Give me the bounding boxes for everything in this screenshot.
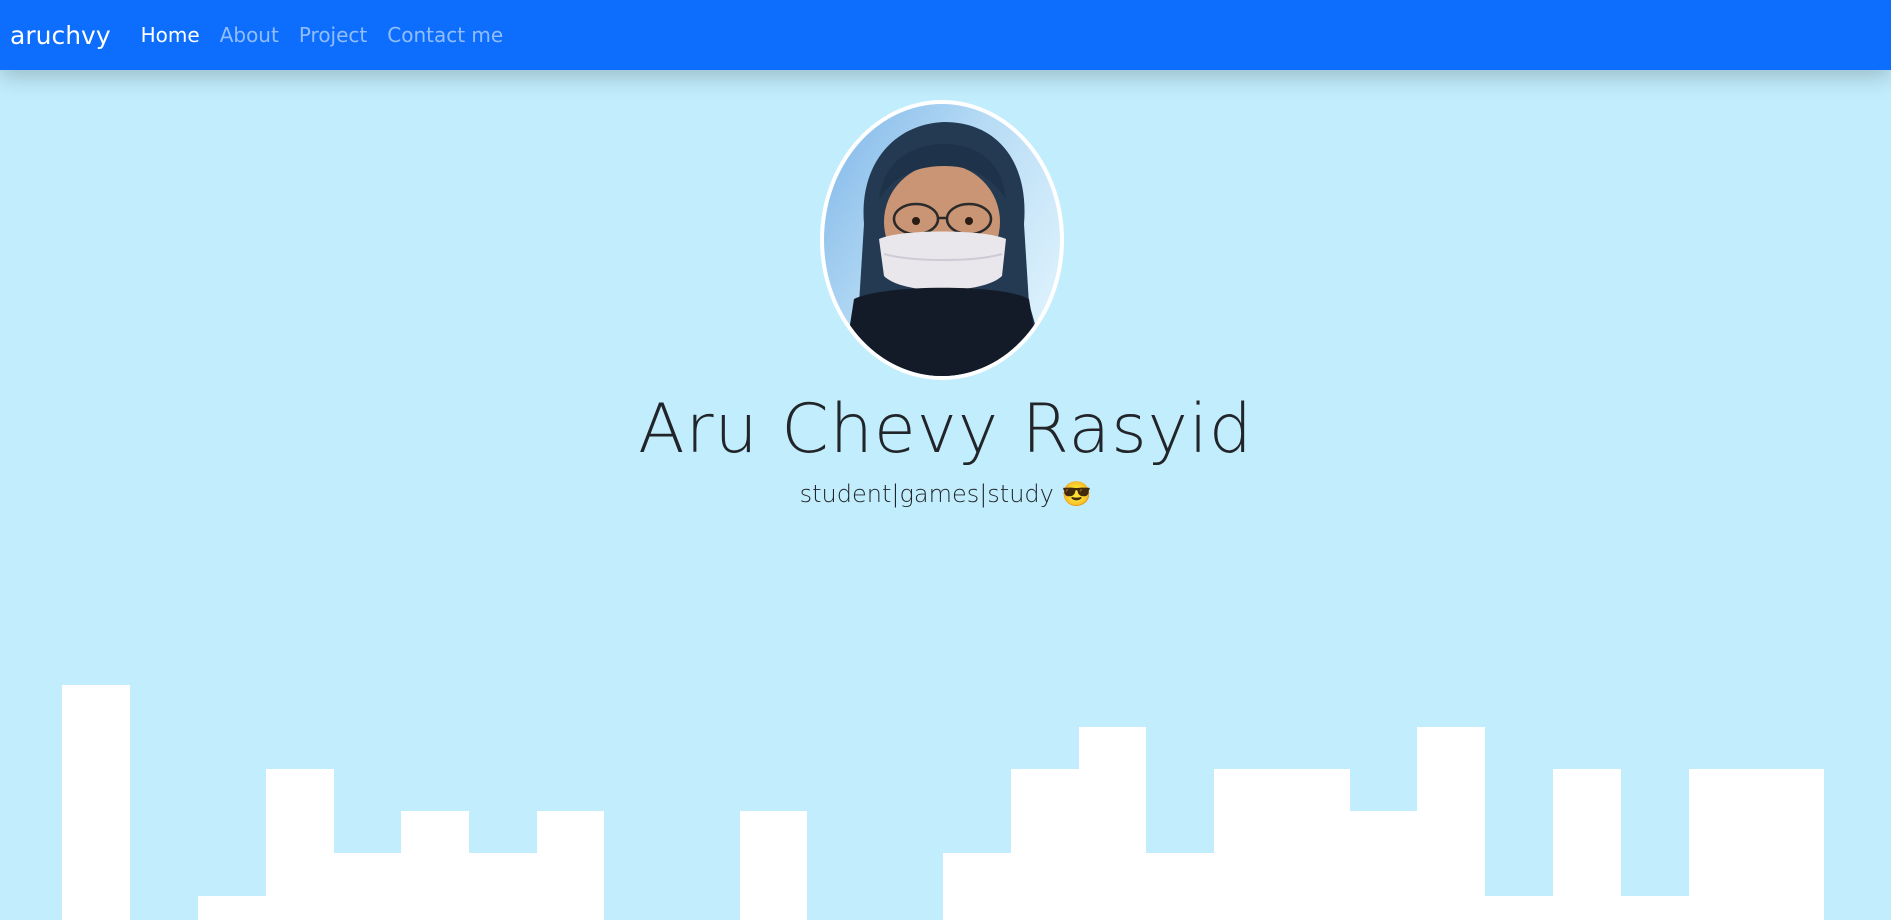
hero-tagline: student|games|study 😎 [799, 480, 1092, 508]
nav-link-about[interactable]: About [220, 23, 279, 47]
hero-name: Aru Chevy Rasyid [638, 390, 1253, 469]
nav-link-project[interactable]: Project [299, 23, 367, 47]
brand-link[interactable]: aruchvy [10, 21, 111, 50]
profile-photo-icon [842, 122, 1043, 376]
nav-link-contact[interactable]: Contact me [387, 23, 503, 47]
hero-section: Aru Chevy Rasyid student|games|study 😎 [0, 70, 1891, 920]
avatar [820, 100, 1064, 380]
nav-link-home[interactable]: Home [141, 23, 200, 47]
navbar: aruchvy Home About Project Contact me [0, 0, 1891, 70]
nav-links: Home About Project Contact me [141, 23, 524, 47]
